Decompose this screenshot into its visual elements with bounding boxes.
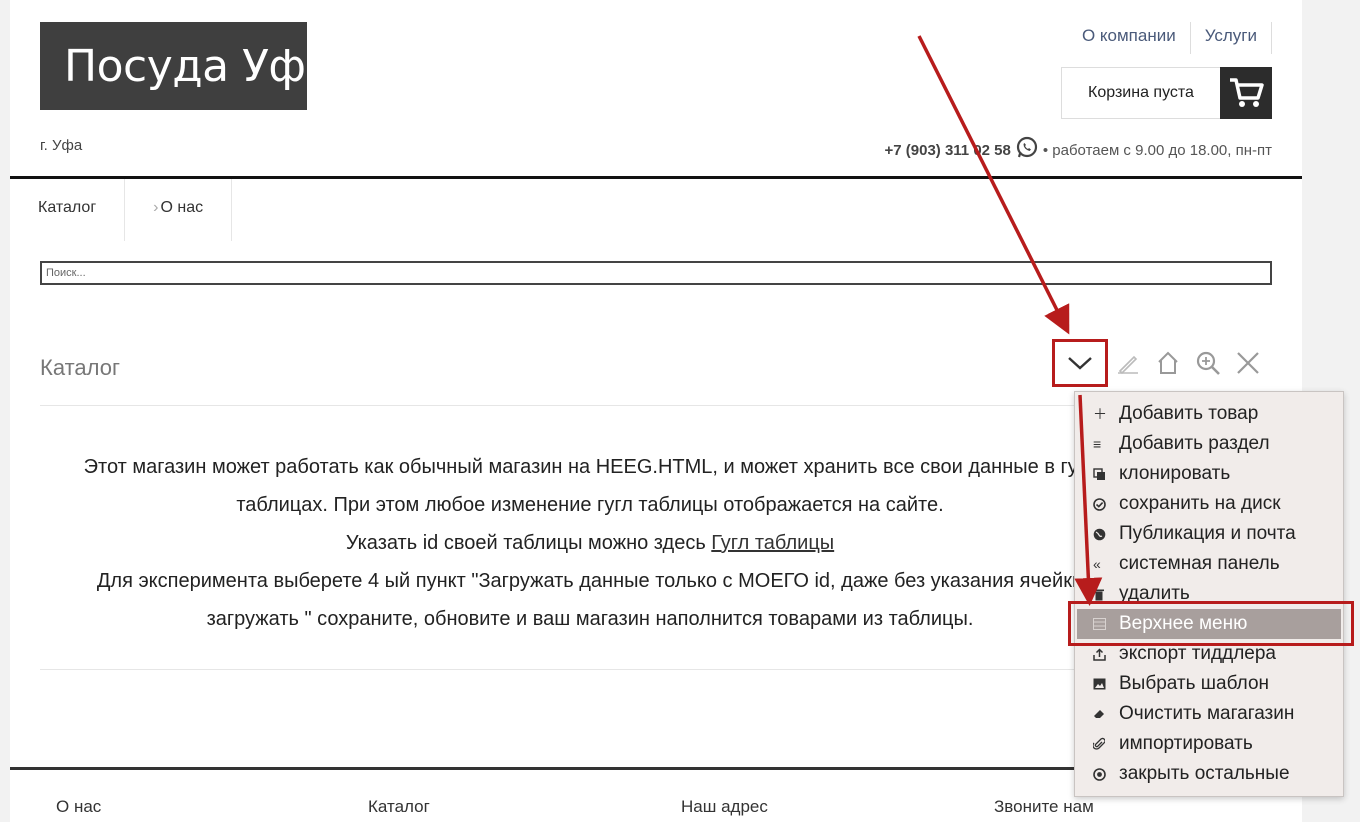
nav-tab-about[interactable]: › О нас	[125, 179, 233, 241]
whatsapp-icon[interactable]	[1015, 136, 1039, 164]
footer-about[interactable]: О нас	[56, 797, 101, 817]
menu-item-label: Выбрать шаблон	[1119, 673, 1270, 694]
plus-icon: ＋	[1093, 406, 1107, 422]
paperclip-icon	[1093, 737, 1119, 751]
target-icon	[1093, 767, 1119, 781]
section-title: Каталог	[40, 355, 120, 380]
edit-button[interactable]	[1108, 339, 1148, 387]
main-nav: Каталог › О нас	[10, 179, 233, 241]
cart-widget[interactable]: Корзина пуста	[1061, 67, 1272, 119]
cart-icon[interactable]	[1220, 67, 1272, 119]
site-logo[interactable]: Посуда Уф	[40, 22, 307, 110]
globe-icon	[1093, 528, 1119, 541]
menu-item-label: Добавить раздел	[1119, 433, 1270, 454]
contact-line: +7 (903) 311 02 58 • работаем с 9.00 до …	[885, 136, 1272, 164]
menu-item-label: клонировать	[1119, 463, 1231, 484]
close-button[interactable]	[1228, 339, 1268, 387]
menu-item-label: системная панель	[1119, 553, 1280, 574]
menu-item-add-section[interactable]: ≡ Добавить раздел	[1075, 429, 1343, 459]
top-nav-services[interactable]: Услуги	[1191, 22, 1272, 54]
trash-icon	[1093, 588, 1119, 601]
lines-icon: ≡	[1093, 436, 1102, 452]
menu-item-label: Очистить магагазин	[1119, 703, 1295, 724]
menu-item-import[interactable]: импортировать	[1075, 729, 1343, 759]
menu-item-add-product[interactable]: ＋ Добавить товар	[1075, 399, 1343, 429]
image-icon	[1093, 678, 1119, 690]
nav-tab-about-label: О нас	[160, 199, 204, 216]
menu-item-label: экспорт тиддлера	[1119, 643, 1276, 664]
cart-label: Корзина пуста	[1088, 84, 1194, 101]
zoom-icon	[1196, 351, 1220, 375]
content-line: Указать id своей таблицы можно здесь Гуг…	[40, 524, 1140, 562]
work-hours: • работаем с 9.00 до 18.00, пн-пт	[1042, 141, 1272, 159]
more-actions-button[interactable]	[1052, 339, 1108, 387]
search-input[interactable]	[40, 261, 1272, 285]
content-line: загружать " сохраните, обновите и ваш ма…	[206, 608, 974, 630]
top-nav: О компании Услуги	[1068, 22, 1272, 54]
menu-item-label: Публикация и почта	[1119, 523, 1296, 544]
double-chevron-left-icon: «	[1093, 556, 1101, 572]
city-label: г. Уфа	[40, 137, 83, 154]
content-text-prefix: Указать id своей таблицы можно здесь	[345, 532, 712, 554]
content-line: таблицах. При этом любое изменение гугл …	[236, 494, 944, 516]
menu-item-label: импортировать	[1119, 733, 1253, 754]
tiddler-toolbar	[1052, 339, 1268, 387]
menu-item-clone[interactable]: клонировать	[1075, 459, 1343, 489]
menu-item-close-others[interactable]: закрыть остальные	[1075, 759, 1343, 789]
content-line: Для эксперимента выберете 4 ый пункт "За…	[96, 570, 1084, 592]
close-icon	[1237, 352, 1259, 374]
menu-item-save-disk[interactable]: сохранить на диск	[1075, 489, 1343, 519]
menu-item-label: закрыть остальные	[1119, 763, 1290, 784]
menu-item-publish-mail[interactable]: Публикация и почта	[1075, 519, 1343, 549]
clone-icon	[1093, 467, 1119, 481]
footer-catalog[interactable]: Каталог	[368, 797, 430, 817]
pencil-icon	[1118, 355, 1138, 375]
more-actions-menu: ＋ Добавить товар ≡ Добавить раздел клониро…	[1074, 391, 1344, 797]
content-text: Этот магазин может работать как обычный …	[40, 448, 1140, 638]
menu-item-clear-store[interactable]: Очистить магагазин	[1075, 699, 1343, 729]
home-icon	[1158, 351, 1178, 374]
highlight-frame	[1068, 601, 1354, 646]
content-line: Этот магазин может работать как обычный …	[83, 456, 1097, 478]
google-sheets-link[interactable]: Гугл таблицы	[711, 532, 834, 554]
zoom-button[interactable]	[1188, 339, 1228, 387]
export-icon	[1093, 647, 1119, 661]
chevron-down-icon	[1068, 357, 1092, 370]
footer-call[interactable]: Звоните нам	[994, 797, 1094, 817]
top-nav-about-company[interactable]: О компании	[1068, 22, 1191, 54]
home-button[interactable]	[1148, 339, 1188, 387]
menu-item-choose-template[interactable]: Выбрать шаблон	[1075, 669, 1343, 699]
footer-address[interactable]: Наш адрес	[681, 797, 768, 817]
menu-item-label: сохранить на диск	[1119, 493, 1281, 514]
chevron-right-icon: ›	[153, 199, 159, 216]
eraser-icon	[1093, 708, 1119, 720]
phone-number[interactable]: +7 (903) 311 02 58	[885, 142, 1011, 159]
menu-item-label: Добавить товар	[1119, 403, 1259, 424]
nav-tab-catalog[interactable]: Каталог	[10, 179, 126, 241]
menu-item-system-panel[interactable]: « системная панель	[1075, 549, 1343, 579]
check-circle-icon	[1093, 497, 1119, 511]
